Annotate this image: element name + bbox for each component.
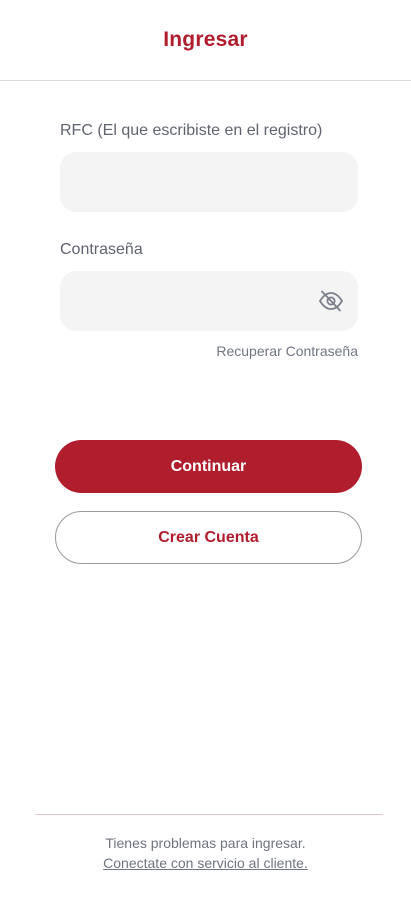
continue-button-label: Continuar: [170, 457, 247, 475]
recover-password-link[interactable]: Recuperar Contraseña: [216, 343, 358, 359]
create-account-button[interactable]: Crear Cuenta: [55, 511, 362, 564]
footer-problem-text: Tienes problemas para ingresar.: [105, 835, 306, 851]
rfc-input[interactable]: [60, 152, 358, 212]
password-label: Contraseña: [60, 241, 143, 258]
footer-support-container: Conectate con servicio al cliente.: [0, 855, 411, 871]
create-account-button-label: Crear Cuenta: [158, 528, 259, 546]
customer-service-link[interactable]: Conectate con servicio al cliente.: [103, 855, 308, 871]
login-screen: Ingresar RFC (El que escribiste en el re…: [0, 0, 411, 900]
eye-off-icon[interactable]: [318, 289, 344, 313]
rfc-label: RFC (El que escribiste en el registro): [60, 122, 323, 139]
password-input[interactable]: [60, 271, 358, 331]
page-title: Ingresar: [163, 28, 248, 51]
header-bar: Ingresar: [0, 0, 411, 81]
password-field: [60, 271, 358, 331]
footer-divider: [35, 814, 383, 815]
continue-button[interactable]: Continuar: [55, 440, 362, 493]
rfc-field: [60, 152, 358, 212]
